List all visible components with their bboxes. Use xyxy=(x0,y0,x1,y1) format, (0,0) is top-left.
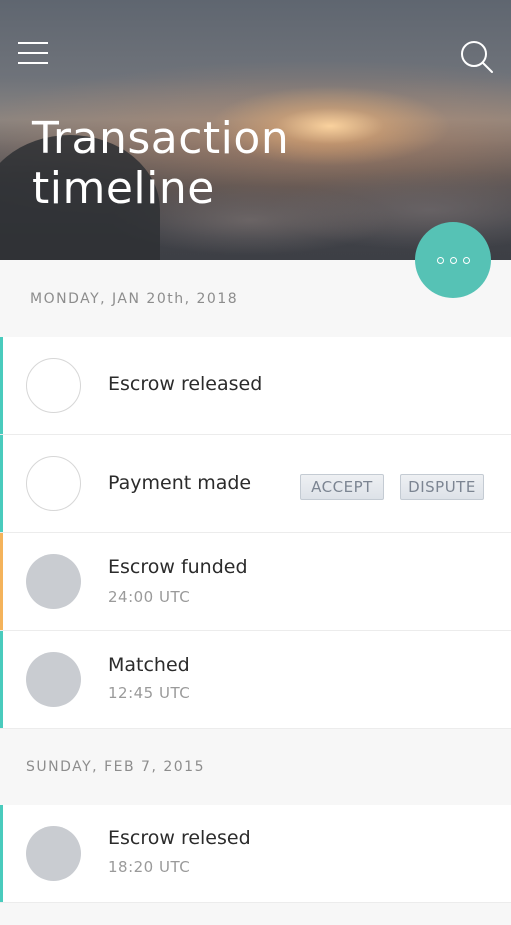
timeline-item-label: Payment made xyxy=(108,472,252,494)
status-bar xyxy=(0,805,3,902)
more-dots-icon xyxy=(462,256,470,264)
timeline-item-time: 24:00 UTC xyxy=(108,588,191,606)
page-title-line2: timeline xyxy=(32,163,215,214)
status-bar xyxy=(0,337,3,434)
more-dots-icon xyxy=(436,256,444,264)
hero-header: Transaction timeline xyxy=(0,0,511,260)
status-circle xyxy=(26,554,81,609)
date-header: SUNDAY, FEB 7, 2015 xyxy=(0,729,511,805)
status-bar xyxy=(0,435,3,532)
more-actions-button[interactable] xyxy=(415,222,491,298)
timeline-item-label: Escrow funded xyxy=(108,556,248,578)
timeline-item-time: 18:20 UTC xyxy=(108,858,191,876)
status-circle xyxy=(26,652,81,707)
date-header-label: SUNDAY, FEB 7, 2015 xyxy=(26,759,205,775)
more-dots-icon xyxy=(449,256,457,264)
status-bar xyxy=(0,631,3,728)
timeline-item-time: 12:45 UTC xyxy=(108,684,191,702)
timeline-item[interactable]: Escrow relesed 18:20 UTC xyxy=(0,805,511,903)
status-bar xyxy=(0,533,3,630)
search-icon[interactable] xyxy=(458,38,494,74)
page-title-line1: Transaction xyxy=(32,113,290,164)
accept-button[interactable]: ACCEPT xyxy=(300,474,384,500)
page-title: Transaction timeline xyxy=(32,114,392,214)
hamburger-menu-icon[interactable] xyxy=(18,40,48,66)
status-circle xyxy=(26,826,81,881)
status-circle xyxy=(26,358,81,413)
timeline-item-label: Matched xyxy=(108,654,190,676)
timeline-item-label: Escrow relesed xyxy=(108,827,251,849)
dispute-button[interactable]: DISPUTE xyxy=(400,474,484,500)
timeline-item[interactable]: Escrow funded 24:00 UTC xyxy=(0,533,511,631)
date-header-label: MONDAY, JAN 20th, 2018 xyxy=(30,290,239,307)
timeline-item[interactable]: Escrow released xyxy=(0,337,511,435)
timeline-item[interactable]: Payment made ACCEPT DISPUTE xyxy=(0,435,511,533)
timeline-item[interactable]: Matched 12:45 UTC xyxy=(0,631,511,729)
status-circle xyxy=(26,456,81,511)
timeline-item-label: Escrow released xyxy=(108,373,263,395)
